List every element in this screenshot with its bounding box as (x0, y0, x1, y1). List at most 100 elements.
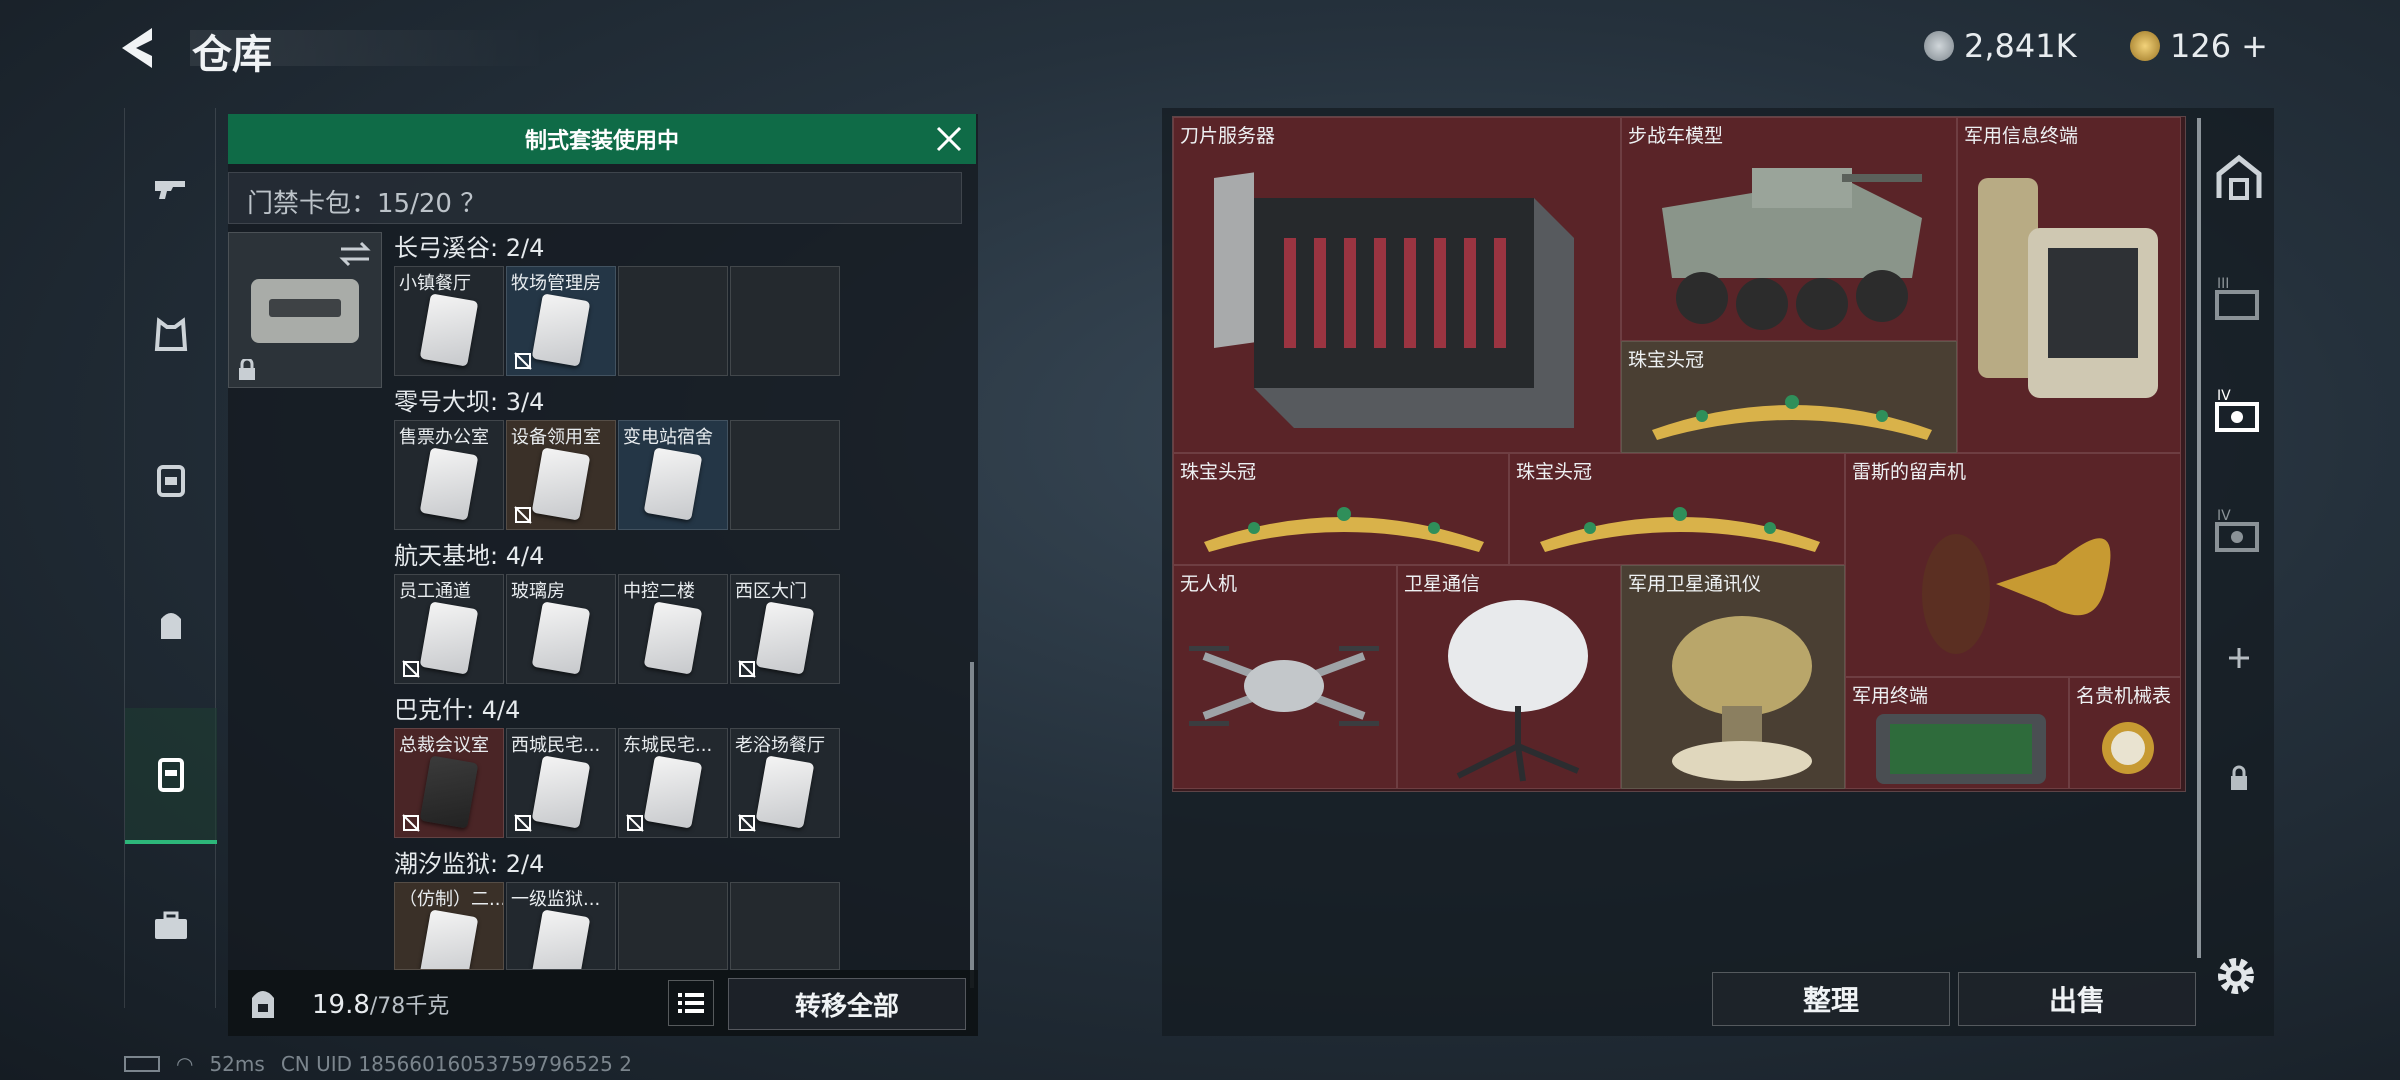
card-case-icon (251, 279, 359, 343)
slot-label: 老浴场餐厅 (735, 735, 825, 756)
svg-text:III: III (2217, 276, 2229, 292)
empty-slot[interactable] (730, 266, 840, 376)
expansion-box-icon: IV (2215, 508, 2259, 552)
uid-text: CN UID 18566016053759796525 2 (280, 1052, 632, 1076)
tab-storage-3[interactable]: III (2204, 258, 2274, 338)
keycard-tab[interactable] (125, 708, 217, 844)
settings-gear-icon[interactable] (2212, 952, 2260, 1000)
slot-label: 设备领用室 (511, 427, 601, 448)
back-arrow-icon[interactable] (118, 26, 170, 70)
keycard-slot[interactable]: 西城民宅... (506, 728, 616, 838)
item-military-satcom[interactable]: 军用卫星通讯仪 (1621, 565, 1845, 789)
item-label: 珠宝头冠 (1628, 349, 1705, 371)
card-bag-capacity: 门禁卡包：15/20 ？ (228, 172, 962, 224)
item-luxury-watch[interactable]: 名贵机械表 (2069, 677, 2181, 789)
close-icon[interactable] (932, 122, 966, 156)
group-title: 长弓溪谷: 2/4 (394, 234, 545, 262)
keycard-slot[interactable]: （仿制）二... (394, 882, 504, 970)
capacity-bar: 19.8/78千克 转移全部 (228, 970, 978, 1036)
tab-warehouse[interactable] (2204, 138, 2274, 218)
tiara-icon (1204, 507, 1484, 552)
chest-rig-tab[interactable] (125, 434, 217, 524)
keycard-image (755, 755, 815, 829)
item-label: 名贵机械表 (2076, 685, 2172, 707)
keycard-icon (158, 758, 184, 792)
keycard-slot[interactable]: 设备领用室 (506, 420, 616, 530)
keycard-slot[interactable]: 一级监狱... (506, 882, 616, 970)
slot-label: 变电站宿舍 (623, 427, 713, 448)
item-label: 珠宝头冠 (1180, 461, 1257, 483)
item-jewel-tiara[interactable]: 珠宝头冠 (1621, 341, 1957, 453)
sort-button[interactable]: 整理 (1712, 972, 1950, 1026)
watch-icon (2102, 722, 2154, 774)
keycard-slot[interactable]: 牧场管理房 (506, 266, 616, 376)
keycard-image (531, 293, 591, 367)
sell-button[interactable]: 出售 (1958, 972, 2196, 1026)
keycard-slot[interactable]: 玻璃房 (506, 574, 616, 684)
server-icon (1214, 172, 1574, 428)
item-ifv-model[interactable]: 步战车模型 (1621, 117, 1957, 341)
item-label: 无人机 (1180, 573, 1238, 595)
slot-label: 员工通道 (399, 581, 471, 602)
keycard-slot[interactable]: 中控二楼 (618, 574, 728, 684)
keycard-slot[interactable]: 总裁会议室 (394, 728, 504, 838)
slot-label: 总裁会议室 (399, 735, 489, 756)
armor-tab[interactable] (125, 290, 217, 380)
slot-label: （仿制）二... (399, 889, 504, 910)
list-icon (678, 993, 704, 1013)
no-transfer-icon (402, 660, 420, 678)
tab-storage-4b[interactable]: IV (2204, 490, 2274, 570)
carry-weight: 19.8/78千克 (312, 988, 449, 1020)
item-drone[interactable]: 无人机 (1173, 565, 1397, 789)
item-military-info-terminal[interactable]: 军用信息终端 (1957, 117, 2181, 453)
expansion-box-icon: III (2215, 276, 2259, 320)
swap-icon[interactable] (339, 241, 371, 267)
slot-label: 西城民宅... (511, 735, 601, 756)
bag-tab[interactable] (125, 580, 217, 670)
keycard-scrollbar[interactable] (970, 662, 974, 988)
locked-tab[interactable] (2204, 738, 2274, 818)
list-view-button[interactable] (668, 980, 714, 1026)
keycard-case-slot[interactable] (228, 232, 382, 388)
empty-slot[interactable] (730, 882, 840, 970)
tab-storage-4-active[interactable]: IV (2204, 370, 2274, 450)
transfer-all-button[interactable]: 转移全部 (728, 978, 966, 1030)
item-label: 军用信息终端 (1964, 125, 2079, 147)
empty-slot[interactable] (730, 420, 840, 530)
weapons-tab[interactable] (125, 144, 217, 234)
item-phonograph[interactable]: 雷斯的留声机 (1845, 453, 2181, 677)
add-premium-button[interactable]: + (2241, 27, 2268, 65)
keycard-slot[interactable]: 老浴场餐厅 (730, 728, 840, 838)
keycard-slot[interactable]: 西区大门 (730, 574, 840, 684)
keycard-slot[interactable]: 售票办公室 (394, 420, 504, 530)
empty-slot[interactable] (618, 266, 728, 376)
group-title: 航天基地: 4/4 (394, 542, 545, 570)
storage-scrollbar[interactable] (2197, 118, 2201, 958)
keycard-slot[interactable]: 员工通道 (394, 574, 504, 684)
item-satellite-comm[interactable]: 卫星通信 (1397, 565, 1621, 789)
group-title: 潮汐监狱: 2/4 (394, 850, 545, 878)
item-jewel-tiara[interactable]: 珠宝头冠 (1509, 453, 1845, 565)
no-transfer-icon (738, 660, 756, 678)
slot-label: 中控二楼 (623, 581, 695, 602)
slot-label: 小镇餐厅 (399, 273, 471, 294)
battery-icon (124, 1056, 160, 1072)
keycard-slot[interactable]: 小镇餐厅 (394, 266, 504, 376)
empty-slot[interactable] (618, 882, 728, 970)
weight-value: 19.8 (312, 990, 370, 1020)
item-jewel-tiara[interactable]: 珠宝头冠 (1173, 453, 1509, 565)
expansion-box-icon: IV (2215, 388, 2259, 432)
keycard-image (419, 909, 479, 969)
add-storage-tab[interactable] (2204, 618, 2274, 698)
keycard-image (419, 755, 479, 829)
svg-text:IV: IV (2217, 508, 2231, 524)
keycard-slot[interactable]: 变电站宿舍 (618, 420, 728, 530)
keycard-slot[interactable]: 东城民宅... (618, 728, 728, 838)
warehouse-icon (2216, 154, 2262, 200)
item-military-terminal[interactable]: 军用终端 (1845, 677, 2069, 789)
toolbox-tab[interactable] (125, 880, 217, 970)
category-sidebar (124, 108, 217, 1008)
item-blade-server[interactable]: 刀片服务器 (1173, 117, 1621, 453)
bag-weight-icon (252, 991, 274, 1018)
slot-label: 一级监狱... (511, 889, 601, 910)
